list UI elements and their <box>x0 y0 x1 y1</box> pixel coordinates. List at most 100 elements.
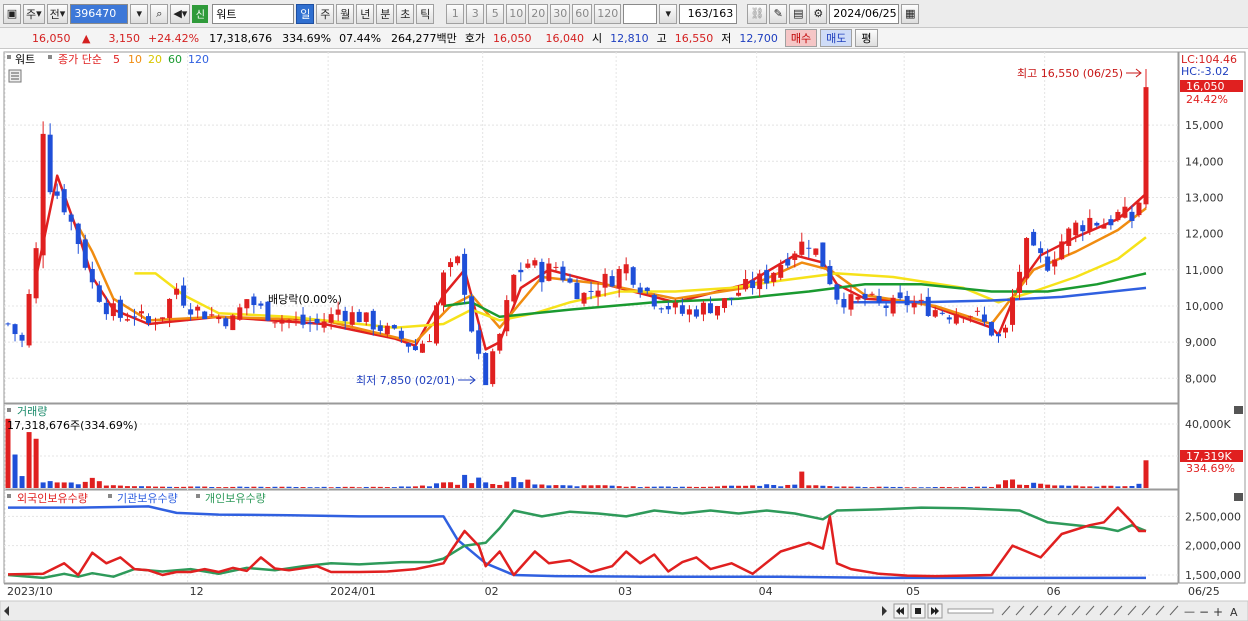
candle-body <box>1122 206 1128 218</box>
volume-bar <box>511 477 517 488</box>
interval-30[interactable]: 30 <box>550 3 571 24</box>
candle-body <box>33 248 39 299</box>
prev-select[interactable]: 전 ▾ <box>46 3 69 24</box>
ask-price-1: 16,050 <box>493 31 532 45</box>
volume-tick-label: 40,000K <box>1185 418 1231 431</box>
candle-body <box>637 287 643 293</box>
dividend-annotation: 배당락(0.00%) <box>268 293 342 306</box>
zoom-out-icon[interactable]: − <box>1199 605 1209 619</box>
volume-bar <box>462 474 468 488</box>
zoom-slider[interactable] <box>947 608 994 614</box>
volume-bar <box>258 486 264 488</box>
candle-body <box>729 297 735 299</box>
gear-icon[interactable]: ⚙ <box>809 3 828 24</box>
volume-bar <box>61 482 67 488</box>
volume-bar <box>799 471 805 488</box>
candle-body <box>1038 248 1044 254</box>
volume-close-icon[interactable] <box>1234 406 1243 414</box>
candle-body <box>377 325 383 331</box>
volume-bar <box>314 487 320 488</box>
volume-bar <box>672 486 678 488</box>
stop-icon <box>915 608 921 614</box>
volume-bar <box>124 486 130 488</box>
auto-scale-icon[interactable]: A <box>1230 606 1238 619</box>
candle-body <box>581 292 587 304</box>
link-icon[interactable]: ⛓ <box>747 3 768 24</box>
candle-body <box>370 310 376 330</box>
interval-input[interactable] <box>623 3 658 24</box>
holdings-close-icon[interactable] <box>1234 493 1243 501</box>
save-icon[interactable]: ▤ <box>789 3 808 24</box>
tab-monthly[interactable]: 월 <box>336 3 355 24</box>
candle-body <box>1115 211 1121 221</box>
tab-tick[interactable]: 틱 <box>416 3 435 24</box>
interval-20[interactable]: 20 <box>528 3 549 24</box>
tab-yearly[interactable]: 년 <box>356 3 375 24</box>
volume-bar <box>932 487 938 488</box>
draw-icon[interactable]: ✎ <box>769 3 788 24</box>
volume-bar <box>1080 486 1086 488</box>
legend-ma5: 5 <box>113 53 120 66</box>
volume-bar <box>553 485 559 488</box>
interval-dropdown-icon[interactable]: ▾ <box>659 3 678 24</box>
candle-body <box>918 299 924 301</box>
hc-label: HC:-3.02 <box>1181 65 1229 78</box>
interval-60[interactable]: 60 <box>572 3 593 24</box>
interval-10[interactable]: 10 <box>506 3 527 24</box>
zoom-minus-icon[interactable]: — <box>1184 605 1195 618</box>
candle-body <box>974 310 980 312</box>
buy-button[interactable]: 매수 <box>784 29 818 47</box>
candle-body <box>553 266 559 268</box>
candle-body <box>616 269 622 288</box>
holdings-tick-label: 2,500,000 <box>1185 510 1241 523</box>
tab-daily[interactable]: 일 <box>296 3 315 24</box>
volume-bar <box>693 486 699 488</box>
interval-1[interactable]: 1 <box>446 3 465 24</box>
candle-body <box>855 296 861 300</box>
interval-120[interactable]: 120 <box>594 3 622 24</box>
avg-button[interactable]: 평 <box>855 29 878 47</box>
zoom-in-icon[interactable]: + <box>1213 605 1223 619</box>
legend-ma10: 10 <box>128 53 142 66</box>
candle-body <box>314 319 320 324</box>
bottom-scrollbar[interactable] <box>0 600 1248 621</box>
candle-body <box>869 293 875 295</box>
volume-bar <box>525 479 531 488</box>
volume-bar <box>623 486 629 488</box>
window-icon[interactable]: ▣ <box>3 3 21 24</box>
volume-bar <box>1024 484 1030 488</box>
code-dropdown-icon[interactable]: ▾ <box>130 3 149 24</box>
date-input[interactable]: 2024/06/25 <box>829 3 900 24</box>
candle-body <box>757 273 763 290</box>
speaker-icon[interactable]: ◀▾ <box>170 3 191 24</box>
candle-body <box>153 323 159 325</box>
candle-count[interactable]: 163/163 <box>679 3 738 24</box>
tab-second[interactable]: 초 <box>396 3 415 24</box>
candle-body <box>68 214 74 222</box>
interval-5[interactable]: 5 <box>486 3 505 24</box>
candle-body <box>103 302 109 315</box>
tab-weekly[interactable]: 주 <box>316 3 335 24</box>
candle-body <box>476 330 482 354</box>
volume-bar <box>398 486 404 488</box>
volume-bar <box>12 454 18 488</box>
price-change-pct: +24.42% <box>147 31 200 45</box>
candle-body <box>665 306 671 310</box>
candle-body <box>272 322 278 324</box>
stock-name-box: 워트 <box>212 3 295 24</box>
calendar-icon[interactable]: ▦ <box>901 3 920 24</box>
candle-body <box>876 296 882 303</box>
x-tick-label: 04 <box>759 585 773 598</box>
candle-body <box>195 306 201 311</box>
search-icon[interactable]: ⌕ <box>150 3 169 24</box>
stock-chart[interactable]: 15,000 14,000 13,000 12,000 11,000 10,000 9,00… <box>0 50 1248 621</box>
candle-body <box>230 315 236 331</box>
stock-code-input[interactable]: 396470 <box>70 3 129 24</box>
period-select[interactable]: 주 ▾ <box>23 3 45 24</box>
legend-marker <box>108 494 112 498</box>
sell-button[interactable]: 매도 <box>820 29 853 47</box>
price-change: 3,150 <box>108 31 140 45</box>
tab-minute[interactable]: 분 <box>376 3 395 24</box>
interval-3[interactable]: 3 <box>466 3 485 24</box>
candle-body <box>988 321 994 336</box>
